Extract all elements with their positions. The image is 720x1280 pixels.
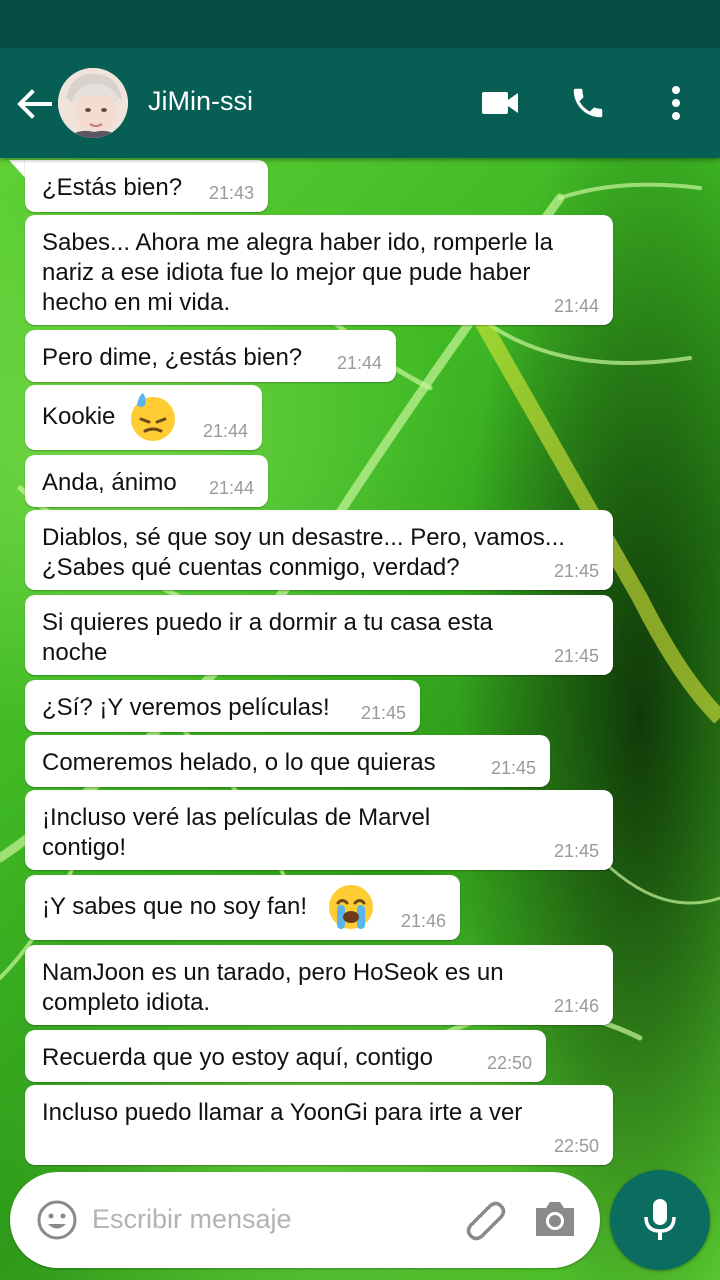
- message-text: Anda, ánimo: [42, 469, 177, 496]
- message-bubble[interactable]: Pero dime, ¿estás bien? 21:44: [25, 330, 396, 382]
- downcast-sweat-face-icon: [127, 391, 179, 448]
- message-bubble[interactable]: Si quieres puedo ir a dormir a tu casa e…: [25, 595, 613, 675]
- message-time: 21:45: [553, 841, 599, 861]
- message-text: ¡Incluso veré las películas de Marvel co…: [42, 804, 431, 861]
- message-text: Sabes... Ahora me alegra haber ido, romp…: [42, 229, 553, 316]
- message-text: Comeremos helado, o lo que quieras: [42, 749, 436, 776]
- message-bubble[interactable]: ¡Y sabes que no soy fan! 21:46: [25, 875, 460, 940]
- message-time: 21:46: [553, 996, 599, 1016]
- message-text: ¡Y sabes que no soy fan!: [42, 893, 308, 920]
- message-bubble[interactable]: Recuerda que yo estoy aquí, contigo 22:5…: [25, 1030, 546, 1082]
- message-bubble[interactable]: Diablos, sé que soy un desastre... Pero,…: [25, 510, 613, 590]
- message-bubble[interactable]: ¡Incluso veré las películas de Marvel co…: [25, 790, 613, 870]
- message-bubble[interactable]: Kookie 21:44: [25, 385, 262, 450]
- message-bubble[interactable]: Comeremos helado, o lo que quieras 21:45: [25, 735, 550, 787]
- message-text: ¿Estás bien?: [42, 174, 183, 201]
- message-time: 21:44: [202, 421, 248, 441]
- camera-icon[interactable]: [532, 1196, 578, 1242]
- phone-icon[interactable]: [563, 78, 613, 128]
- message-time: 21:45: [360, 703, 406, 723]
- message-time: 21:44: [208, 478, 254, 498]
- message-text: Diablos, sé que soy un desastre... Pero,…: [42, 524, 565, 581]
- message-text: Si quieres puedo ir a dormir a tu casa e…: [42, 609, 493, 666]
- message-time: 21:45: [553, 561, 599, 581]
- message-time: 21:44: [553, 296, 599, 316]
- message-bubble[interactable]: Incluso puedo llamar a YoonGi para irte …: [25, 1085, 613, 1165]
- message-text: NamJoon es un tarado, pero HoSeok es un …: [42, 959, 504, 1016]
- chat-header: JiMin-ssi: [0, 48, 720, 158]
- message-bubble[interactable]: Anda, ánimo 21:44: [25, 455, 268, 507]
- message-time: 22:50: [553, 1136, 599, 1156]
- message-time: 21:45: [553, 646, 599, 666]
- message-list[interactable]: ¿Estás bien? 21:43 Sabes... Ahora me ale…: [0, 158, 720, 1168]
- avatar[interactable]: [58, 68, 128, 138]
- message-time: 21:45: [490, 758, 536, 778]
- message-bubble[interactable]: NamJoon es un tarado, pero HoSeok es un …: [25, 945, 613, 1025]
- message-time: 21:46: [400, 911, 446, 931]
- message-composer: Escribir mensaje: [10, 1172, 600, 1268]
- contact-name[interactable]: JiMin-ssi: [148, 86, 253, 117]
- message-text: Recuerda que yo estoy aquí, contigo: [42, 1044, 433, 1071]
- loudly-crying-face-icon: [325, 881, 377, 938]
- arrow-left-icon[interactable]: [14, 84, 54, 124]
- message-bubble[interactable]: ¿Estás bien? 21:43: [25, 160, 268, 212]
- message-time: 22:50: [486, 1053, 532, 1073]
- status-bar: [0, 0, 720, 48]
- message-text: ¿Sí? ¡Y veremos películas!: [42, 694, 330, 721]
- message-time: 21:44: [336, 353, 382, 373]
- message-bubble[interactable]: ¿Sí? ¡Y veremos películas! 21:45: [25, 680, 420, 732]
- message-time: 21:43: [208, 183, 254, 203]
- video-call-icon[interactable]: [475, 78, 525, 128]
- message-text: Kookie: [42, 403, 116, 430]
- message-bubble[interactable]: Sabes... Ahora me alegra haber ido, romp…: [25, 215, 613, 325]
- microphone-icon[interactable]: [610, 1170, 710, 1270]
- smiley-icon[interactable]: [36, 1199, 78, 1241]
- message-input[interactable]: Escribir mensaje: [92, 1204, 292, 1235]
- more-vert-icon[interactable]: [651, 78, 701, 128]
- message-text: Pero dime, ¿estás bien?: [42, 344, 303, 371]
- paperclip-icon[interactable]: [462, 1196, 508, 1242]
- message-text: Incluso puedo llamar a YoonGi para irte …: [42, 1099, 523, 1126]
